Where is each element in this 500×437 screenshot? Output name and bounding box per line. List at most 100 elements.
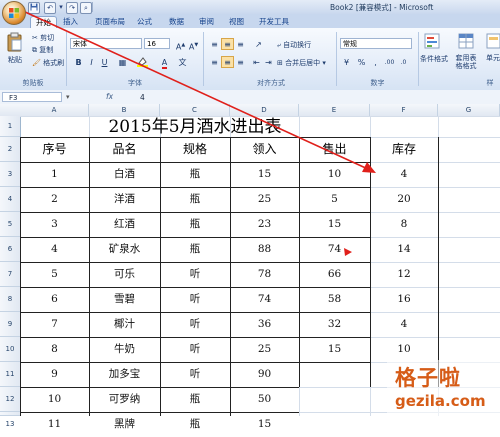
table-cell[interactable]: 7: [20, 312, 89, 334]
font-size-select[interactable]: 16: [144, 38, 170, 49]
table-cell[interactable]: 90: [230, 362, 299, 384]
table-cell[interactable]: 25: [230, 337, 299, 359]
table-cell[interactable]: 可乐: [89, 262, 160, 284]
conditional-format-icon[interactable]: [424, 33, 440, 49]
comma-style-icon[interactable]: ,: [369, 56, 382, 68]
table-cell[interactable]: 15: [230, 162, 299, 184]
fill-color-icon[interactable]: [136, 56, 149, 68]
tab-insert[interactable]: 插入: [58, 16, 83, 28]
name-box[interactable]: F3: [2, 92, 62, 102]
table-cell[interactable]: 听: [160, 312, 230, 334]
table-header-name[interactable]: 品名: [89, 137, 160, 159]
select-all-corner[interactable]: [0, 104, 20, 116]
insert-function-icon[interactable]: fx: [106, 92, 113, 101]
table-cell[interactable]: 雪碧: [89, 287, 160, 309]
table-header-sold[interactable]: 售出: [299, 137, 370, 159]
table-cell[interactable]: 听: [160, 362, 230, 384]
table-cell[interactable]: [299, 362, 370, 384]
table-cell[interactable]: 瓶: [160, 387, 230, 409]
table-cell[interactable]: 瓶: [160, 412, 230, 434]
print-preview-icon[interactable]: ⌕: [80, 2, 92, 14]
table-cell[interactable]: 74: [230, 287, 299, 309]
table-cell[interactable]: 78: [230, 262, 299, 284]
row-header-8[interactable]: 8: [0, 287, 20, 312]
align-middle-icon[interactable]: ≡: [221, 38, 234, 50]
table-header-spec[interactable]: 规格: [160, 137, 230, 159]
row-header-7[interactable]: 7: [0, 262, 20, 287]
table-cell[interactable]: 4: [370, 312, 438, 334]
paste-icon[interactable]: [6, 32, 24, 52]
table-cell[interactable]: 可罗纳: [89, 387, 160, 409]
cell-styles-icon[interactable]: [486, 33, 500, 49]
redo-icon[interactable]: ↷: [66, 2, 78, 14]
table-cell[interactable]: 10: [370, 337, 438, 359]
column-header-b[interactable]: B: [89, 104, 160, 116]
percent-icon[interactable]: %: [355, 56, 368, 68]
table-cell[interactable]: 红酒: [89, 212, 160, 234]
table-cell[interactable]: 白酒: [89, 162, 160, 184]
underline-icon[interactable]: U: [98, 56, 111, 68]
column-header-e[interactable]: E: [299, 104, 370, 116]
table-cell[interactable]: 5: [20, 262, 89, 284]
table-cell[interactable]: [299, 412, 370, 434]
tab-page-layout[interactable]: 页面布局: [90, 16, 130, 28]
align-right-icon[interactable]: ≡: [234, 56, 247, 68]
table-cell[interactable]: 23: [230, 212, 299, 234]
decrease-decimal-icon[interactable]: .0: [397, 56, 410, 68]
row-header-9[interactable]: 9: [0, 312, 20, 337]
table-cell[interactable]: 听: [160, 287, 230, 309]
table-cell[interactable]: 36: [230, 312, 299, 334]
table-cell[interactable]: 黑牌: [89, 412, 160, 434]
row-header-3[interactable]: 3: [0, 162, 20, 187]
table-cell[interactable]: 8: [370, 212, 438, 234]
row-header-1[interactable]: 1: [0, 116, 20, 137]
table-cell[interactable]: 瓶: [160, 187, 230, 209]
table-cell[interactable]: 6: [20, 287, 89, 309]
number-format-select[interactable]: 常规: [340, 38, 412, 49]
table-cell[interactable]: 2: [20, 187, 89, 209]
table-cell[interactable]: 1: [20, 162, 89, 184]
align-bottom-icon[interactable]: ≡: [234, 38, 247, 50]
table-cell[interactable]: 16: [370, 287, 438, 309]
copy-button[interactable]: ⧉ 复制: [32, 45, 53, 55]
format-painter-button[interactable]: 🖌 格式刷: [32, 58, 64, 68]
table-cell[interactable]: 矿泉水: [89, 237, 160, 259]
wrap-text-button[interactable]: ⤶ 自动换行: [277, 40, 311, 50]
table-cell[interactable]: 74: [299, 237, 370, 259]
column-header-f[interactable]: F: [370, 104, 438, 116]
row-header-13[interactable]: 13: [0, 412, 20, 428]
save-icon[interactable]: [28, 2, 40, 14]
table-cell[interactable]: 12: [370, 262, 438, 284]
table-cell[interactable]: 25: [230, 187, 299, 209]
table-cell[interactable]: 加多宝: [89, 362, 160, 384]
row-header-4[interactable]: 4: [0, 187, 20, 212]
undo-icon[interactable]: ↶: [44, 2, 56, 14]
table-cell[interactable]: 瓶: [160, 162, 230, 184]
grow-font-icon[interactable]: A▲: [174, 38, 187, 52]
font-name-select[interactable]: 宋体: [70, 38, 142, 49]
tab-data[interactable]: 数据: [164, 16, 189, 28]
row-header-2[interactable]: 2: [0, 137, 20, 162]
currency-icon[interactable]: ¥: [340, 56, 353, 68]
table-cell[interactable]: 88: [230, 237, 299, 259]
table-cell[interactable]: 15: [299, 212, 370, 234]
row-header-12[interactable]: 12: [0, 387, 20, 412]
increase-decimal-icon[interactable]: .00: [383, 56, 396, 68]
row-header-10[interactable]: 10: [0, 337, 20, 362]
table-cell[interactable]: 32: [299, 312, 370, 334]
cut-button[interactable]: ✂ 剪切: [32, 33, 54, 43]
orientation-icon[interactable]: ↗: [252, 38, 265, 50]
shrink-font-icon[interactable]: A▼: [187, 38, 200, 52]
table-cell[interactable]: 瓶: [160, 212, 230, 234]
table-cell[interactable]: 4: [370, 162, 438, 184]
borders-icon[interactable]: ▦: [116, 56, 129, 68]
align-left-icon[interactable]: ≡: [208, 56, 221, 68]
table-cell[interactable]: [299, 387, 370, 409]
column-header-c[interactable]: C: [160, 104, 230, 116]
align-center-icon[interactable]: ≡: [221, 56, 234, 68]
table-cell[interactable]: 15: [299, 337, 370, 359]
table-title[interactable]: 2015年5月酒水进出表: [20, 116, 370, 137]
table-cell[interactable]: 瓶: [160, 237, 230, 259]
align-top-icon[interactable]: ≡: [208, 38, 221, 50]
table-cell[interactable]: 11: [20, 412, 89, 434]
